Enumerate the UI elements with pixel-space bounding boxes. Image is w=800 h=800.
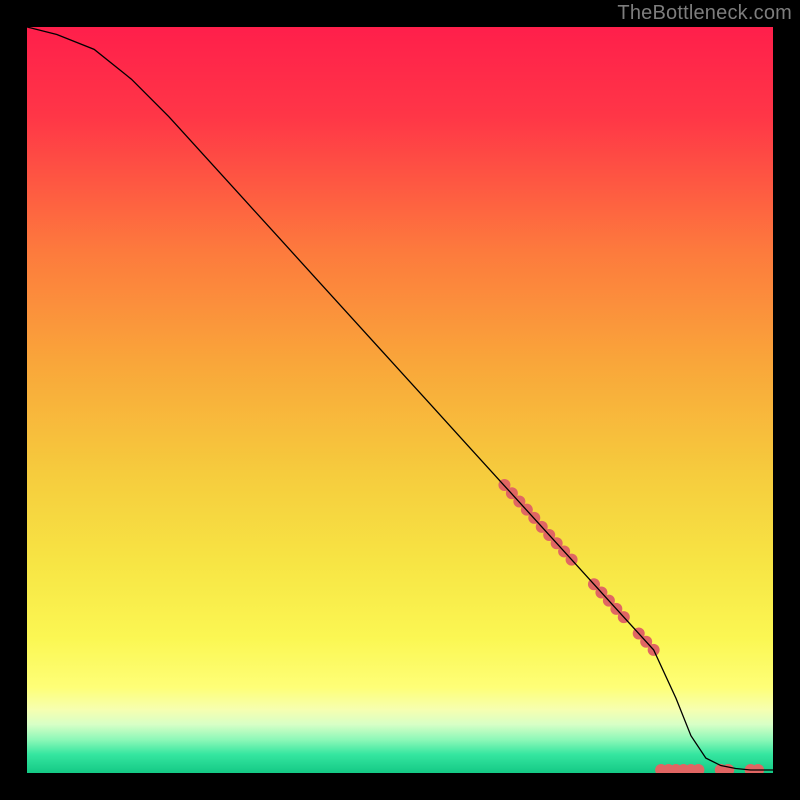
gradient-plot: [27, 27, 773, 773]
gradient-background: [27, 27, 773, 773]
watermark-label: TheBottleneck.com: [617, 2, 792, 25]
plot-svg: [27, 27, 773, 773]
chart-frame: TheBottleneck.com: [0, 0, 800, 800]
